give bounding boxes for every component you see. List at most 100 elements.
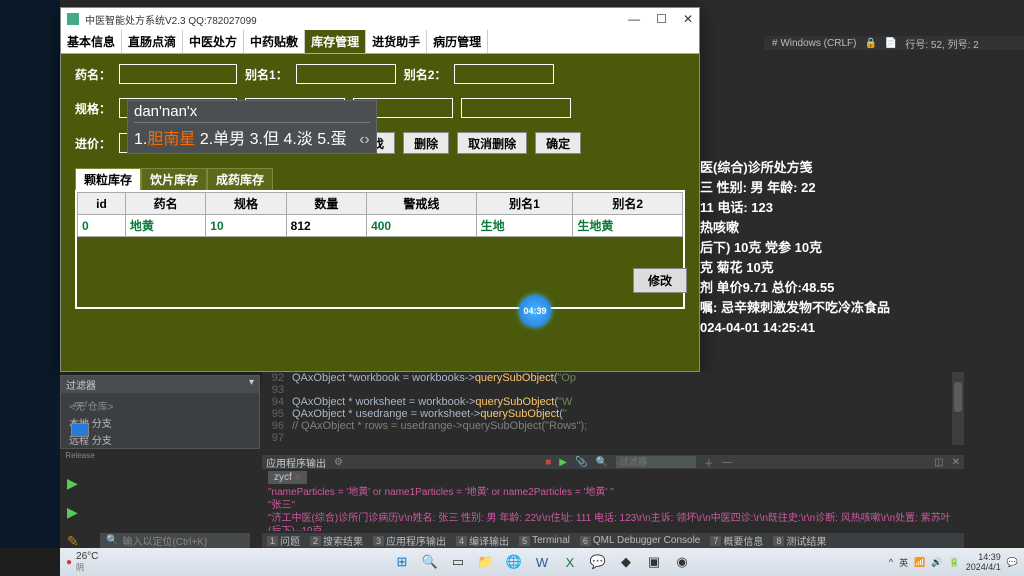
volume-icon[interactable]: 🔊 [931,557,942,568]
wechat-icon[interactable]: 💬 [588,552,608,572]
col-alert[interactable]: 警戒线 [367,193,477,215]
ime-candidate-box[interactable]: dan'nan'x 1.胆南星 2.单男 3.但 4.淡 5.蛋 ‹› [127,100,377,154]
btab-terminal[interactable]: 5Terminal [514,535,575,546]
code-editor[interactable]: 92QAxObject *workbook = workbooks->query… [262,372,964,445]
run-icon[interactable]: ▶ [67,475,79,492]
btab-compile[interactable]: 4编译输出 [451,533,514,548]
tab-rectal-drip[interactable]: 直肠点滴 [122,30,183,53]
label-alias2: 别名2： [404,66,447,83]
editor-scrollbar[interactable] [952,372,964,445]
cell-a1[interactable]: 生地 [476,215,573,237]
col-qty[interactable]: 数量 [286,193,366,215]
col-spec[interactable]: 规格 [206,193,286,215]
subtab-granule[interactable]: 颗粒库存 [75,168,141,190]
col-name[interactable]: 药名 [125,193,205,215]
ime-candidates[interactable]: 1.胆南星 2.单男 3.但 4.淡 5.蛋 ‹› [134,125,370,149]
application-output[interactable]: zycf× "nameParticles = '地黄' or name1Part… [262,469,964,531]
btab-qml[interactable]: 6QML Debugger Console [575,535,705,546]
app-icon-2[interactable]: ▣ [644,552,664,572]
recording-timer-badge: 04:39 [519,295,551,327]
tab-herb-patch[interactable]: 中药贴敷 [244,30,305,53]
start-icon[interactable]: ⊞ [392,552,412,572]
tab-records[interactable]: 病历管理 [427,30,488,53]
cell-qty[interactable]: 812 [286,215,366,237]
tab-basic-info[interactable]: 基本信息 [61,30,122,53]
output-filter-input[interactable] [616,456,696,468]
notifications-icon[interactable]: 💬 [1007,557,1018,568]
table-row[interactable]: 0 地黄 10 812 400 生地 生地黄 [78,215,683,237]
cell-spec[interactable]: 10 [206,215,286,237]
minimize-icon[interactable]: — [628,12,640,26]
attach-icon[interactable]: 📎 [575,457,587,468]
inventory-grid[interactable]: id 药名 规格 数量 警戒线 别名1 别名2 0 地黄 10 812 400 … [75,190,685,309]
weather-widget[interactable]: ● 26°C 阴 [66,551,98,573]
panel-dropdown-icon[interactable]: ▾ [249,377,254,392]
search-icon[interactable]: 🔍 [595,457,607,468]
cell-id[interactable]: 0 [78,215,126,237]
app-titlebar[interactable]: 中医智能处方系统V2.3 QQ:782027099 — ☐ ✕ [61,8,699,30]
tab-restock[interactable]: 进货助手 [366,30,427,53]
run-again-icon[interactable]: ▶ [559,457,567,468]
output-panel-header: 应用程序输出 ⚙ ■ ▶ 📎 🔍 ＋ — ◫ ✕ [262,455,964,469]
tray-up-icon[interactable]: ^ [889,557,893,567]
wifi-icon[interactable]: 📶 [914,557,925,568]
btab-summary[interactable]: 7概要信息 [705,533,768,548]
subtab-decoction[interactable]: 饮片库存 [141,168,207,190]
stop-icon[interactable]: ■ [545,457,551,468]
undelete-button[interactable]: 取消删除 [457,132,527,154]
ide-bottom-tabs: 1问题 2搜索结果 3应用程序输出 4编译输出 5Terminal 6QML D… [262,533,964,548]
cell-alert[interactable]: 400 [367,215,477,237]
input-drug-name[interactable] [119,64,237,84]
tab-tcm-rx[interactable]: 中医处方 [183,30,244,53]
app-icon-3[interactable]: ◉ [672,552,692,572]
explorer-icon[interactable]: 📁 [476,552,496,572]
system-tray[interactable]: ^ 英 📶 🔊 🔋 14:39 2024/4/1 💬 [889,552,1018,572]
inventory-form: 药名： 别名1： 别名2： 规格： 进价： 售价： 添加 查找 删除 取消删除 … [61,54,699,319]
word-icon[interactable]: W [532,552,552,572]
main-tabs: 基本信息 直肠点滴 中医处方 中药贴敷 库存管理 进货助手 病历管理 [61,30,699,54]
split-icon[interactable]: ◫ [934,457,943,468]
encoding-indicator[interactable]: # Windows (CRLF) [772,38,856,49]
excel-icon[interactable]: X [560,552,580,572]
debug-icon[interactable]: ▶ [67,504,79,521]
btab-test[interactable]: 8测试结果 [768,533,831,548]
cell-name[interactable]: 地黄 [125,215,205,237]
cell-a2[interactable]: 生地黄 [573,215,683,237]
confirm-button[interactable]: 确定 [535,132,581,154]
delete-button[interactable]: 删除 [403,132,449,154]
minimize-panel-icon[interactable]: — [722,457,732,468]
input-extra[interactable] [461,98,571,118]
battery-icon[interactable]: 🔋 [949,557,960,568]
taskbar-clock[interactable]: 14:39 2024/4/1 [966,552,1001,572]
input-alias2[interactable] [454,64,554,84]
windows-taskbar[interactable]: ● 26°C 阴 ⊞ 🔍 ▭ 📁 🌐 W X 💬 ◆ ▣ ◉ ^ 英 📶 🔊 🔋… [60,548,1024,576]
edge-icon[interactable]: 🌐 [504,552,524,572]
btab-issues[interactable]: 1问题 [262,533,305,548]
maximize-icon[interactable]: ☐ [656,12,667,26]
ime-indicator[interactable]: 英 [899,556,908,569]
close-panel-icon[interactable]: ✕ [952,457,960,468]
close-icon[interactable]: ✕ [683,12,693,26]
tab-inventory[interactable]: 库存管理 [305,30,366,53]
search-everywhere[interactable]: 🔍 输入以定位(Ctrl+K) [100,533,250,548]
app-icon-1[interactable]: ◆ [616,552,636,572]
ime-more-icon[interactable]: ‹› [359,131,370,149]
col-id[interactable]: id [78,193,126,215]
output-settings-icon[interactable]: ⚙ [334,457,343,468]
subtab-prepared[interactable]: 成药库存 [207,168,273,190]
monitor-icon[interactable] [71,423,89,437]
add-pane-icon[interactable]: ＋ [704,455,714,470]
btab-search[interactable]: 2搜索结果 [305,533,368,548]
task-view-icon[interactable]: ▭ [448,552,468,572]
desktop-left-strip [0,0,60,548]
app-icon [67,13,79,25]
col-a1[interactable]: 别名1 [476,193,573,215]
input-alias1[interactable] [296,64,396,84]
close-tab-icon[interactable]: × [295,472,301,483]
label-name: 药名： [75,66,111,83]
modify-button[interactable]: 修改 [633,268,687,293]
search-taskbar-icon[interactable]: 🔍 [420,552,440,572]
btab-appoutput[interactable]: 3应用程序输出 [368,533,451,548]
inventory-subtabs: 颗粒库存 饮片库存 成药库存 [75,168,685,190]
col-a2[interactable]: 别名2 [573,193,683,215]
